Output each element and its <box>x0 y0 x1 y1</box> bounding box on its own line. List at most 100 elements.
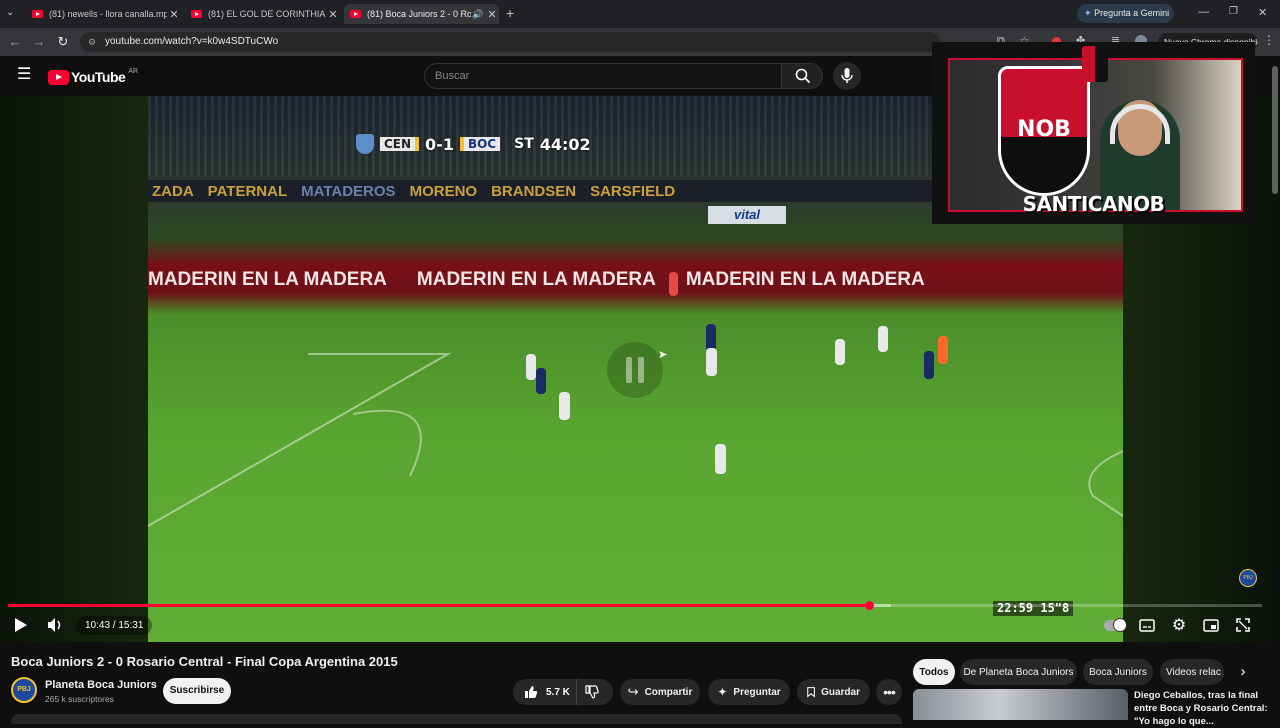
scrollbar-thumb[interactable] <box>1272 66 1278 194</box>
site-info-icon[interactable]: ⚙ <box>88 32 96 52</box>
share-label: Compartir <box>644 686 693 698</box>
close-tab-icon[interactable]: ✕ <box>485 8 499 21</box>
recommended-title-line: entre Boca y Rosario Central: <box>1134 703 1268 714</box>
tab-corinthians[interactable]: (81) EL GOL DE CORINTHIANS / ✕ <box>185 4 340 24</box>
chip-boca-juniors[interactable]: Boca Juniors <box>1083 659 1153 685</box>
recommended-title-line: "Yo hago lo que... <box>1134 716 1214 727</box>
youtube-play-logo-icon <box>48 69 69 85</box>
tab-boca-juniors[interactable]: (81) Boca Juniors 2 - 0 Rosar 🔊 ✕ <box>344 4 499 24</box>
more-actions-button[interactable]: ••• <box>876 679 902 705</box>
share-icon: ↪ <box>627 684 639 699</box>
search-placeholder: Buscar <box>435 70 470 82</box>
time-display: 10:43 / 15:31 <box>76 616 153 635</box>
page-scrollbar[interactable] <box>1270 56 1280 720</box>
player-figure <box>924 351 934 379</box>
gemini-sparkle-icon: ✦ <box>1084 8 1092 18</box>
save-button[interactable]: Guardar <box>797 679 870 705</box>
country-code: AR <box>128 67 139 75</box>
like-dislike-group: 5.7 K <box>513 679 613 705</box>
tab-newells[interactable]: (81) newells - llora canalla.mp4 ✕ <box>26 4 181 24</box>
share-button[interactable]: ↪ Compartir <box>620 679 700 705</box>
close-tab-icon[interactable]: ✕ <box>326 8 340 21</box>
player-figure <box>559 392 570 420</box>
description-box[interactable] <box>11 714 902 724</box>
chip-label: Todos <box>919 666 949 678</box>
bookmark-icon <box>807 687 815 698</box>
progress-bar[interactable] <box>8 601 1262 610</box>
microphone-icon <box>841 68 853 83</box>
new-tab-icon[interactable]: + <box>506 5 514 21</box>
gemini-label: Pregunta a Gemini <box>1094 8 1170 18</box>
subscribe-button[interactable]: Suscribirse <box>163 678 231 704</box>
video-title-text: Boca Juniors 2 - 0 Rosario Central - Fin… <box>11 654 398 669</box>
player-figure <box>706 348 717 376</box>
pause-icon <box>626 357 644 383</box>
reload-icon[interactable]: ↻ <box>55 34 71 50</box>
search-icon <box>795 68 811 84</box>
settings-button[interactable]: ⚙ <box>1167 613 1191 637</box>
minimize-icon[interactable]: — <box>1198 6 1209 18</box>
subtitles-button[interactable] <box>1135 613 1159 637</box>
chrome-menu-icon[interactable]: ⋮ <box>1263 33 1275 47</box>
chip-todos[interactable]: Todos <box>913 659 955 685</box>
crest-text: NOB <box>1017 117 1071 142</box>
more-horizontal-icon: ••• <box>883 684 896 700</box>
tab-list-chevron-icon[interactable]: ⌄ <box>6 7 14 18</box>
fullscreen-button[interactable] <box>1231 613 1255 637</box>
channel-watermark[interactable]: PBJ <box>1239 569 1257 587</box>
play-icon <box>15 618 27 632</box>
youtube-favicon-icon <box>191 10 202 18</box>
voice-search-button[interactable] <box>833 62 861 90</box>
channel-name-text: Planeta Boca Juniors <box>45 679 157 691</box>
player-figure <box>715 444 726 474</box>
chip-label: Videos relac <box>1166 666 1221 678</box>
like-button[interactable]: 5.7 K <box>513 679 577 705</box>
video-player[interactable]: ZADA PATERNAL MATADEROS MORENO BRANDSEN … <box>0 42 1270 642</box>
chevron-right-icon: › <box>1240 663 1246 680</box>
play-button[interactable] <box>9 613 33 637</box>
chips-next-button[interactable]: › <box>1230 659 1256 685</box>
youtube-logo[interactable]: YouTube AR <box>48 67 139 85</box>
save-label: Guardar <box>821 686 860 698</box>
audio-playing-icon[interactable]: 🔊 <box>471 9 485 20</box>
chip-label: De Planeta Boca Juniors <box>963 666 1074 678</box>
chip-videos-relacionados[interactable]: Videos relac <box>1160 659 1224 685</box>
player-figure <box>938 336 948 364</box>
close-window-icon[interactable]: ✕ <box>1258 6 1267 19</box>
chip-label: Boca Juniors <box>1089 666 1147 678</box>
chip-de-planeta-boca[interactable]: De Planeta Boca Juniors <box>960 659 1077 685</box>
forward-arrow-icon[interactable]: → <box>31 34 47 50</box>
miniplayer-button[interactable] <box>1199 613 1223 637</box>
channel-avatar[interactable]: PBJ <box>11 677 37 703</box>
ask-label: Preguntar <box>733 686 781 698</box>
back-arrow-icon[interactable]: ← <box>7 34 23 50</box>
mouse-cursor-icon: ➤ <box>658 349 668 361</box>
pause-indicator <box>607 342 663 398</box>
search-button[interactable] <box>781 63 823 89</box>
watermark-text: PBJ <box>1243 575 1253 581</box>
youtube-wordmark: YouTube <box>71 69 126 85</box>
channel-name[interactable]: Planeta Boca Juniors <box>45 679 157 691</box>
restore-icon[interactable]: ❐ <box>1229 6 1238 17</box>
volume-button[interactable] <box>43 613 67 637</box>
address-bar[interactable]: ⚙ youtube.com/watch?v=k0w4SDTuCWo <box>80 32 940 52</box>
streamer-name: SANTICANOB <box>934 192 1253 216</box>
player-figure <box>536 368 546 394</box>
player-figure <box>526 354 536 380</box>
recommended-thumbnail[interactable] <box>913 689 1128 720</box>
gemini-button[interactable]: ✦ Pregunta a Gemini <box>1077 4 1174 23</box>
url-text: youtube.com/watch?v=k0w4SDTuCWo <box>105 36 279 47</box>
close-tab-icon[interactable]: ✕ <box>167 8 181 21</box>
tab-label: (81) newells - llora canalla.mp4 <box>49 9 167 19</box>
youtube-favicon-icon <box>32 10 43 18</box>
dislike-button[interactable] <box>585 685 603 699</box>
fullscreen-icon <box>1236 618 1250 632</box>
tab-label: (81) EL GOL DE CORINTHIANS / <box>208 9 326 19</box>
guide-menu-icon[interactable]: ☰ <box>17 67 31 83</box>
recommended-title[interactable]: Diego Ceballos, tras la final entre Boca… <box>1134 689 1270 728</box>
streamer-avatar <box>1082 46 1108 82</box>
autoplay-toggle[interactable] <box>1104 618 1127 632</box>
search-input[interactable]: Buscar <box>424 63 782 89</box>
like-count: 5.7 K <box>546 686 570 698</box>
ask-button[interactable]: ✦ Preguntar <box>708 679 790 705</box>
